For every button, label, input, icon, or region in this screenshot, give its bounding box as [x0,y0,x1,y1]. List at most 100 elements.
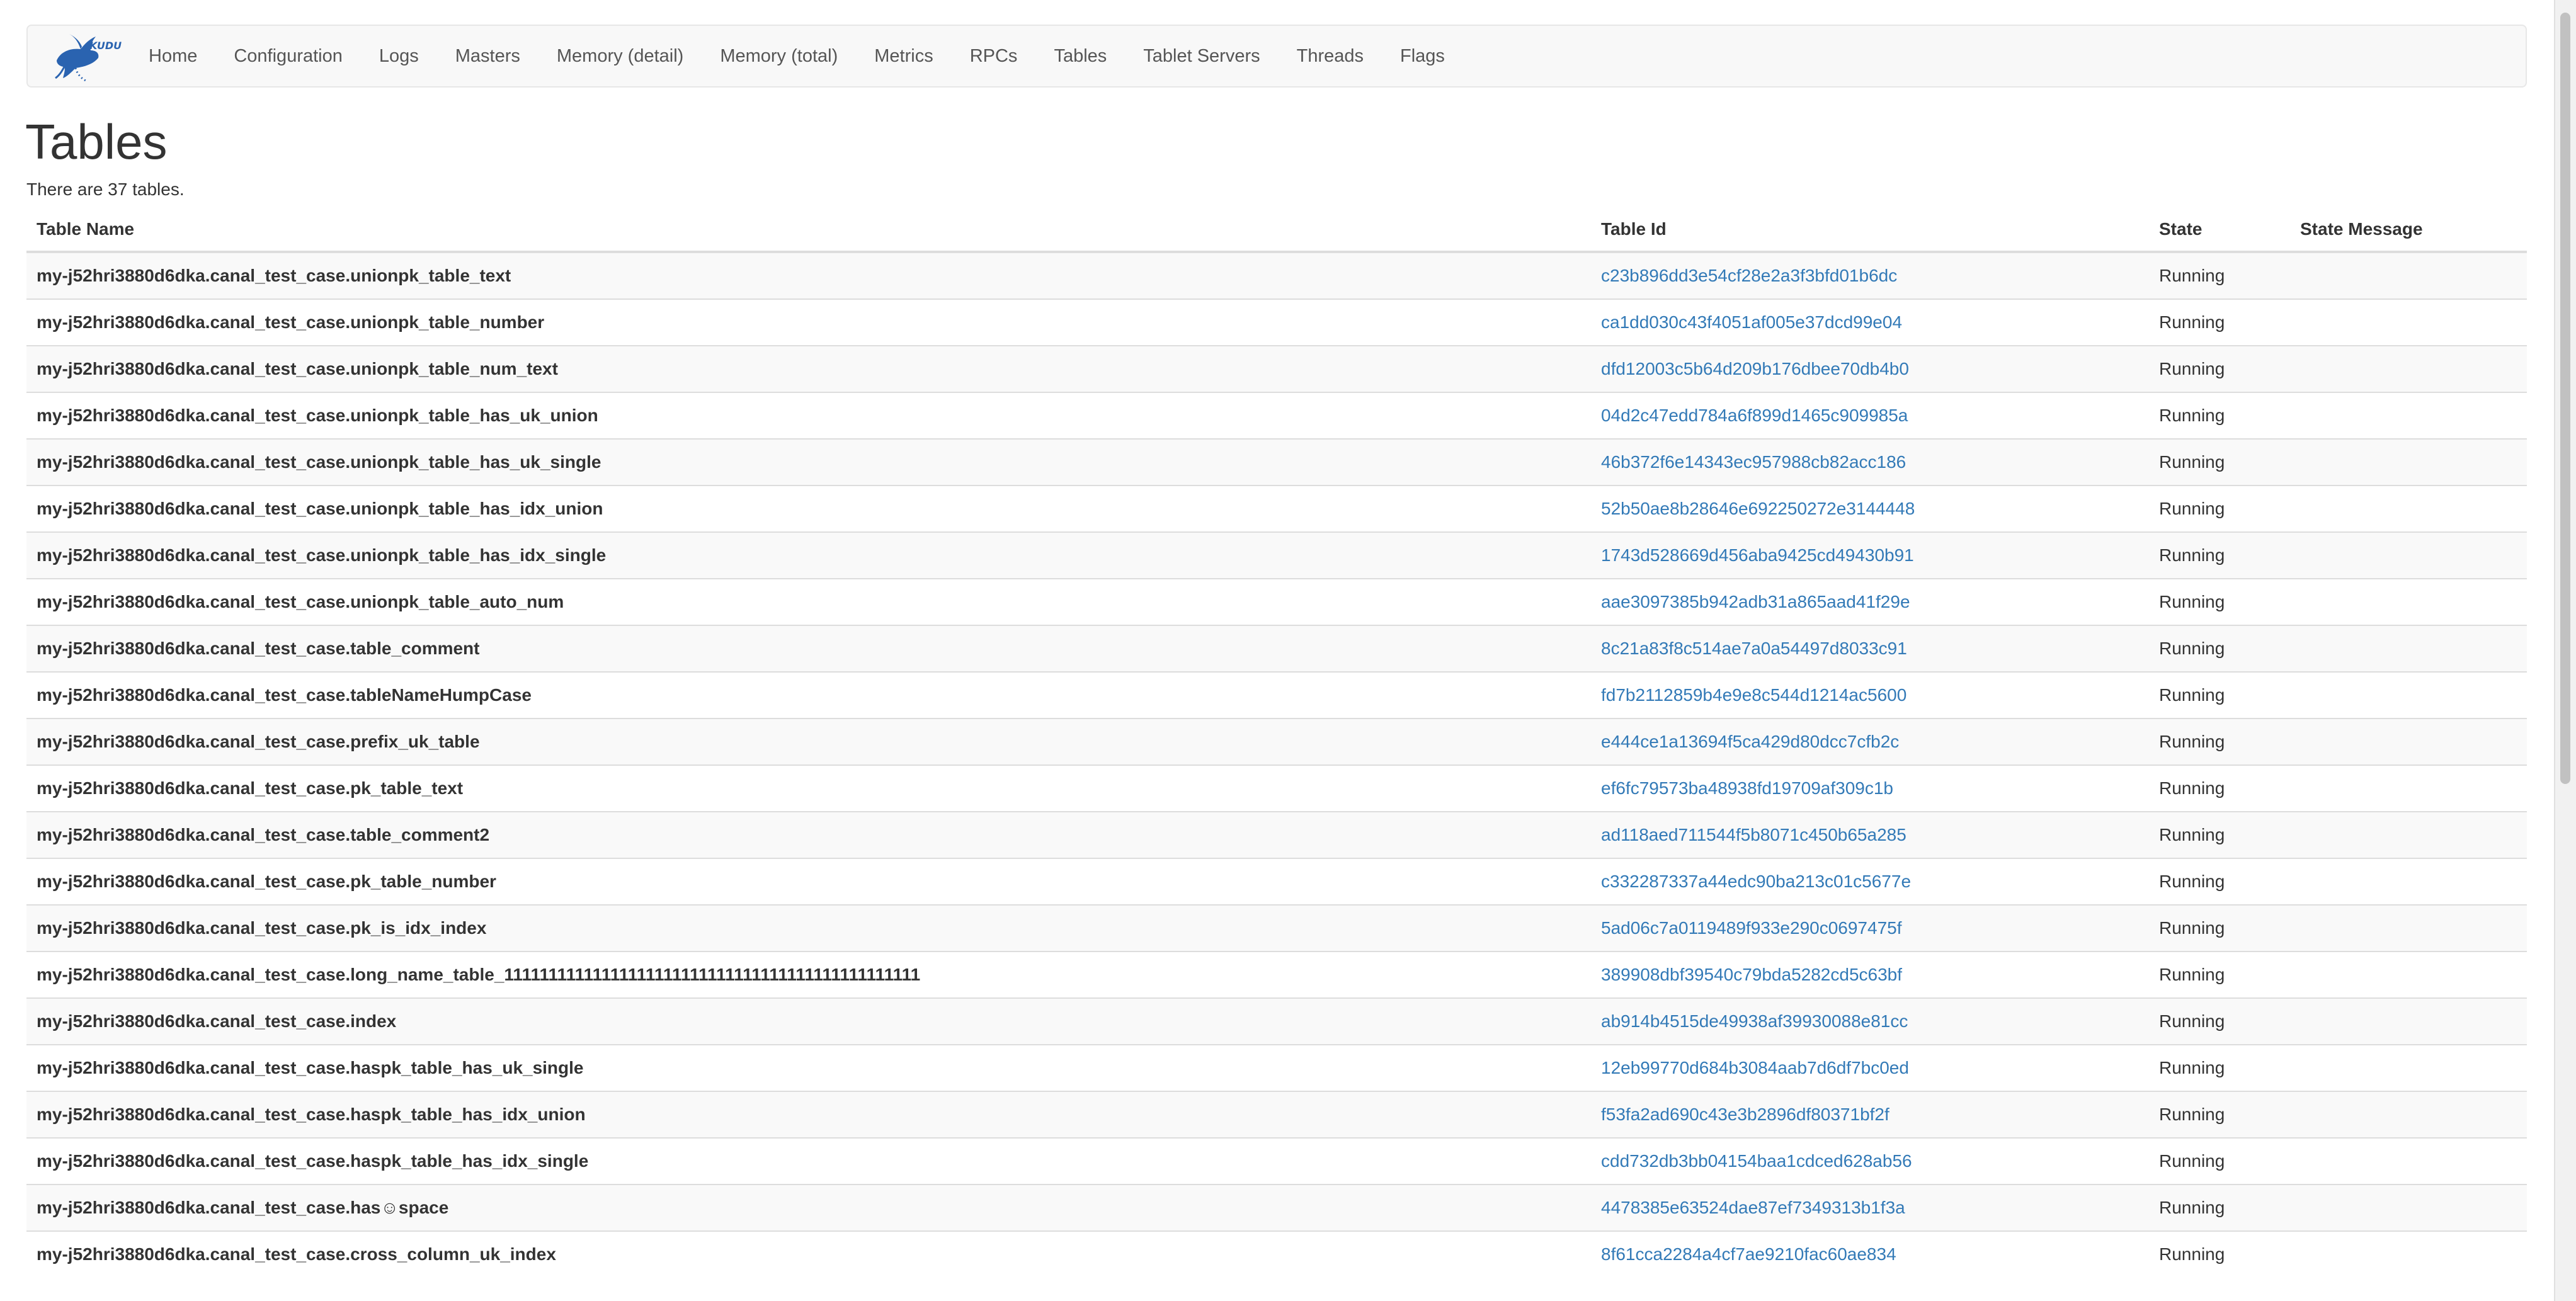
table-name-cell: my-j52hri3880d6dka.canal_test_case.long_… [26,951,1591,998]
table-count-summary: There are 37 tables. [26,179,185,199]
tables-table-container: Table Name Table Id State State Message … [26,208,2527,1277]
table-id-cell: ad118aed711544f5b8071c450b65a285 [1591,811,2149,858]
table-state-message-cell [2290,578,2527,625]
table-name-cell: my-j52hri3880d6dka.canal_test_case.pk_ta… [26,858,1591,905]
vertical-scrollbar[interactable] [2554,0,2576,1301]
nav-item-metrics[interactable]: Metrics [856,25,951,88]
table-id-cell: 04d2c47edd784a6f899d1465c909985a [1591,392,2149,439]
table-id-link[interactable]: 52b50ae8b28646e692250272e3144448 [1601,499,1915,518]
nav-item-logs[interactable]: Logs [361,25,437,88]
table-state-message-cell [2290,671,2527,719]
table-id-link[interactable]: fd7b2112859b4e9e8c544d1214ac5600 [1601,685,1906,705]
table-id-link[interactable]: 8c21a83f8c514ae7a0a54497d8033c91 [1601,639,1907,658]
table-id-cell: f53fa2ad690c43e3b2896df80371bf2f [1591,1091,2149,1138]
table-row: my-j52hri3880d6dka.canal_test_case.cross… [26,1230,2527,1277]
table-id-cell: ab914b4515de49938af39930088e81cc [1591,997,2149,1045]
nav-item-memory-total[interactable]: Memory (total) [702,25,856,88]
table-id-cell: ef6fc79573ba48938fd19709af309c1b [1591,764,2149,812]
navbar: KUDU Home Configuration Logs Masters Memory … [26,25,2527,88]
table-row: my-j52hri3880d6dka.canal_test_case.haspk… [26,1044,2527,1091]
table-name-cell: my-j52hri3880d6dka.canal_test_case.union… [26,298,1591,346]
table-state-cell: Running [2149,718,2290,765]
nav-item-tablet-servers[interactable]: Tablet Servers [1125,25,1278,88]
table-row: my-j52hri3880d6dka.canal_test_case.union… [26,298,2527,346]
table-state-message-cell [2290,345,2527,392]
table-state-message-cell [2290,718,2527,765]
nav-item-home[interactable]: Home [137,25,215,88]
table-state-cell: Running [2149,392,2290,439]
table-state-cell: Running [2149,671,2290,719]
table-id-link[interactable]: 46b372f6e14343ec957988cb82acc186 [1601,452,1906,472]
table-row: my-j52hri3880d6dka.canal_test_case.haspk… [26,1091,2527,1138]
table-state-message-cell [2290,392,2527,439]
table-id-link[interactable]: ca1dd030c43f4051af005e37dcd99e04 [1601,312,1902,332]
table-state-message-cell [2290,625,2527,672]
table-state-message-cell [2290,1091,2527,1138]
table-name-cell: my-j52hri3880d6dka.canal_test_case.has☺s… [26,1184,1591,1231]
header-state-message: State Message [2290,208,2527,253]
table-row: my-j52hri3880d6dka.canal_test_case.union… [26,485,2527,532]
table-row: my-j52hri3880d6dka.canal_test_case.union… [26,531,2527,579]
table-id-link[interactable]: 8f61cca2284a4cf7ae9210fac60ae834 [1601,1244,1896,1264]
table-id-cell: 1743d528669d456aba9425cd49430b91 [1591,531,2149,579]
table-id-link[interactable]: f53fa2ad690c43e3b2896df80371bf2f [1601,1105,1889,1124]
nav-menu: Home Configuration Logs Masters Memory (deta… [137,26,1463,86]
table-name-cell: my-j52hri3880d6dka.canal_test_case.haspk… [26,1137,1591,1185]
table-id-cell: 389908dbf39540c79bda5282cd5c63bf [1591,951,2149,998]
table-id-link[interactable]: 5ad06c7a0119489f933e290c0697475f [1601,918,1902,938]
table-id-link[interactable]: ad118aed711544f5b8071c450b65a285 [1601,825,1906,844]
table-row: my-j52hri3880d6dka.canal_test_case.union… [26,438,2527,486]
table-state-message-cell [2290,438,2527,486]
header-table-name: Table Name [26,208,1591,253]
table-row: my-j52hri3880d6dka.canal_test_case.pk_ta… [26,858,2527,905]
table-state-cell: Running [2149,811,2290,858]
nav-item-memory-detail[interactable]: Memory (detail) [539,25,702,88]
header-state: State [2149,208,2290,253]
table-id-link[interactable]: aae3097385b942adb31a865aad41f29e [1601,592,1910,611]
table-row: my-j52hri3880d6dka.canal_test_case.union… [26,251,2527,299]
table-id-cell: c23b896dd3e54cf28e2a3f3bfd01b6dc [1591,251,2149,299]
table-id-cell: aae3097385b942adb31a865aad41f29e [1591,578,2149,625]
table-id-link[interactable]: 389908dbf39540c79bda5282cd5c63bf [1601,965,1902,984]
table-id-cell: 46b372f6e14343ec957988cb82acc186 [1591,438,2149,486]
table-state-message-cell [2290,485,2527,532]
table-state-cell: Running [2149,997,2290,1045]
table-id-cell: fd7b2112859b4e9e8c544d1214ac5600 [1591,671,2149,719]
nav-item-rpcs[interactable]: RPCs [952,25,1036,88]
table-header-row: Table Name Table Id State State Message [26,208,2527,253]
nav-item-tables[interactable]: Tables [1035,25,1125,88]
table-id-cell: cdd732db3bb04154baa1cdced628ab56 [1591,1137,2149,1185]
table-state-cell: Running [2149,298,2290,346]
table-id-link[interactable]: 1743d528669d456aba9425cd49430b91 [1601,545,1914,565]
nav-item-flags[interactable]: Flags [1382,25,1463,88]
table-state-cell: Running [2149,625,2290,672]
table-name-cell: my-j52hri3880d6dka.canal_test_case.pk_is… [26,904,1591,952]
nav-item-configuration[interactable]: Configuration [215,25,361,88]
table-id-link[interactable]: 04d2c47edd784a6f899d1465c909985a [1601,406,1908,425]
nav-item-masters[interactable]: Masters [437,25,539,88]
table-id-cell: 8c21a83f8c514ae7a0a54497d8033c91 [1591,625,2149,672]
vertical-scrollbar-thumb[interactable] [2560,13,2570,784]
nav-item-threads[interactable]: Threads [1279,25,1382,88]
table-state-message-cell [2290,811,2527,858]
kudu-logo[interactable]: KUDU [28,25,128,88]
table-id-link[interactable]: 12eb99770d684b3084aab7d6df7bc0ed [1601,1058,1909,1077]
table-id-link[interactable]: dfd12003c5b64d209b176dbee70db4b0 [1601,359,1909,378]
table-id-link[interactable]: ef6fc79573ba48938fd19709af309c1b [1601,778,1893,798]
table-id-link[interactable]: c23b896dd3e54cf28e2a3f3bfd01b6dc [1601,266,1897,285]
table-name-cell: my-j52hri3880d6dka.canal_test_case.table… [26,811,1591,858]
table-id-link[interactable]: cdd732db3bb04154baa1cdced628ab56 [1601,1151,1912,1171]
table-state-cell: Running [2149,345,2290,392]
table-state-cell: Running [2149,251,2290,299]
table-id-cell: c332287337a44edc90ba213c01c5677e [1591,858,2149,905]
table-id-link[interactable]: e444ce1a13694f5ca429d80dcc7cfb2c [1601,732,1899,751]
table-name-cell: my-j52hri3880d6dka.canal_test_case.prefi… [26,718,1591,765]
table-state-message-cell [2290,1044,2527,1091]
table-id-link[interactable]: 4478385e63524dae87ef7349313b1f3a [1601,1198,1905,1217]
table-id-link[interactable]: c332287337a44edc90ba213c01c5677e [1601,872,1911,891]
table-name-cell: my-j52hri3880d6dka.canal_test_case.union… [26,345,1591,392]
table-id-link[interactable]: ab914b4515de49938af39930088e81cc [1601,1011,1908,1031]
table-state-cell: Running [2149,578,2290,625]
table-name-cell: my-j52hri3880d6dka.canal_test_case.union… [26,485,1591,532]
table-name-cell: my-j52hri3880d6dka.canal_test_case.union… [26,438,1591,486]
